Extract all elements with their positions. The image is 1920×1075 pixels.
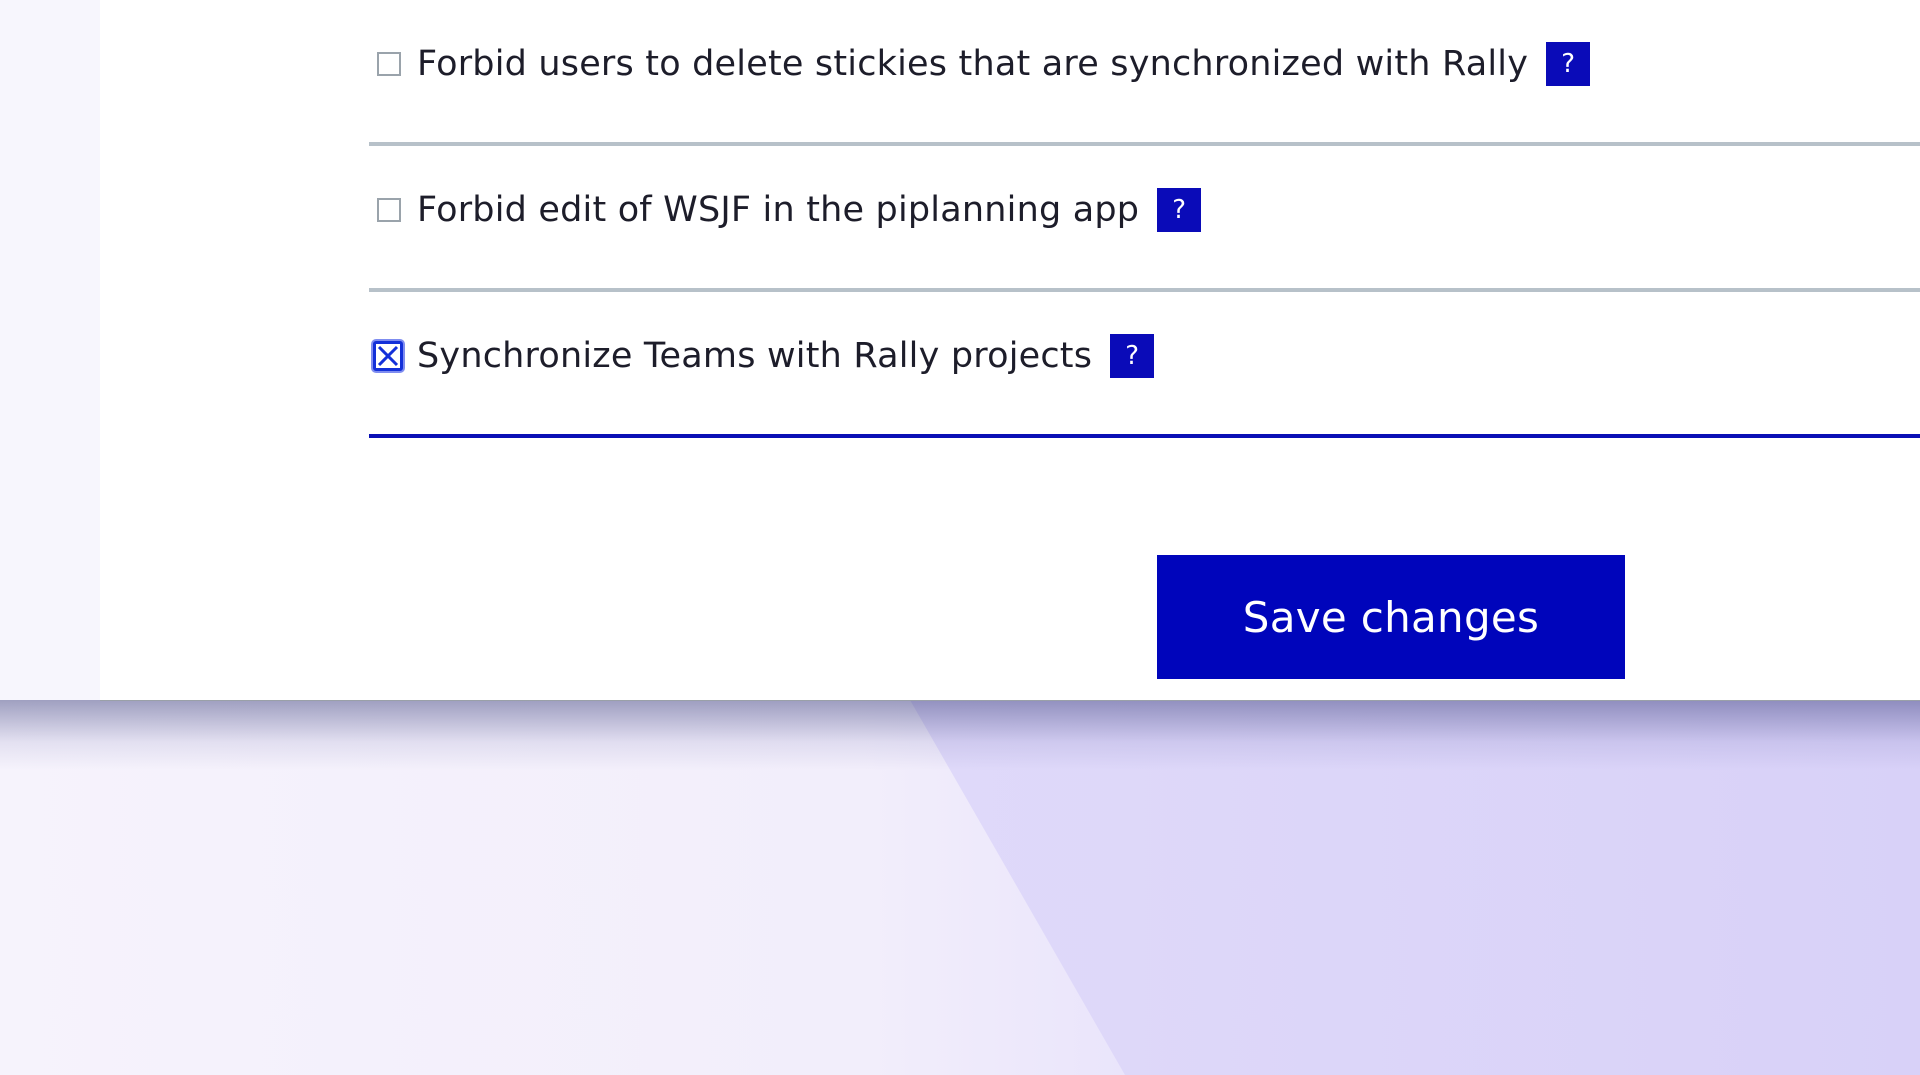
synchronize-teams-checkbox[interactable] [373,341,403,371]
forbid-edit-wsjf-checkbox[interactable] [377,198,401,222]
setting-row-content: Synchronize Teams with Rally projects ? [369,332,1155,380]
page: Forbid users to delete stickies that are… [0,0,1920,1075]
help-icon[interactable]: ? [1110,334,1155,378]
forbid-delete-stickies-checkbox[interactable] [377,52,401,76]
setting-row-content: Forbid users to delete stickies that are… [369,40,1591,88]
settings-list: Forbid users to delete stickies that are… [369,0,1920,438]
setting-row-content: Forbid edit of WSJF in the piplanning ap… [369,186,1202,234]
left-rail [0,0,100,700]
setting-row-forbid-delete-stickies: Forbid users to delete stickies that are… [369,0,1920,146]
forbid-edit-wsjf-label: Forbid edit of WSJF in the piplanning ap… [417,190,1140,230]
help-icon[interactable]: ? [1546,42,1591,86]
synchronize-teams-label: Synchronize Teams with Rally projects [417,336,1093,376]
panel-shadow [0,700,1920,770]
checkbox-cross-icon [377,345,399,367]
forbid-delete-stickies-label: Forbid users to delete stickies that are… [417,44,1529,84]
save-changes-button[interactable]: Save changes [1157,555,1625,679]
setting-row-forbid-edit-wsjf: Forbid edit of WSJF in the piplanning ap… [369,146,1920,292]
settings-panel: Forbid users to delete stickies that are… [100,0,1920,701]
help-icon[interactable]: ? [1157,188,1202,232]
setting-row-synchronize-teams: Synchronize Teams with Rally projects ? [369,292,1920,438]
